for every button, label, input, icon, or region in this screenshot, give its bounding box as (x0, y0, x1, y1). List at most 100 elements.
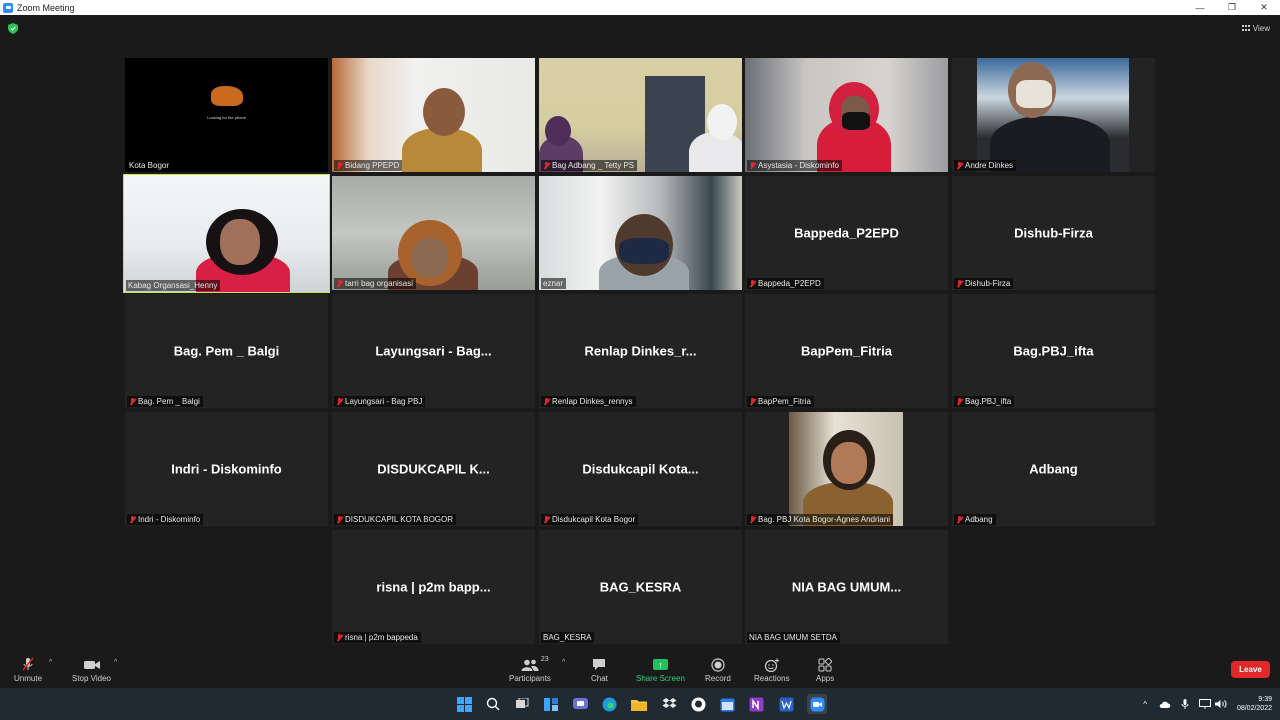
apps-button[interactable]: Apps (816, 656, 834, 683)
mic-muted-icon (749, 515, 756, 524)
participant-name: Bappeda_P2EPD (794, 225, 899, 241)
video-feed (952, 58, 1155, 172)
active-speaker-tile[interactable]: Kabag Organsasi_Henny (123, 174, 330, 293)
onedrive-cloud-icon[interactable] (1159, 700, 1171, 708)
teams-chat-icon[interactable] (572, 696, 588, 712)
volume-icon[interactable] (1214, 699, 1227, 709)
dropbox-icon[interactable] (661, 696, 677, 712)
video-tile[interactable]: Looking for the phone Kota Bogor (125, 58, 328, 172)
video-feed (332, 58, 535, 172)
mic-muted-icon (749, 397, 756, 406)
record-button[interactable]: Record (705, 656, 731, 683)
video-options-caret-icon[interactable]: ^ (114, 659, 117, 666)
video-tile[interactable]: Renlap Dinkes_r... Renlap Dinkes_rennys (539, 294, 742, 408)
participant-label: BapPem_Fitria (747, 396, 814, 407)
participant-label: Adbang (954, 514, 996, 525)
participant-label: Kota Bogor (127, 160, 173, 171)
participant-name: Renlap Dinkes_r... (584, 343, 697, 359)
video-tile[interactable]: Indri - Diskominfo Indri - Diskominfo (125, 412, 328, 526)
participant-name: Indri - Diskominfo (171, 461, 282, 477)
search-icon[interactable] (485, 696, 501, 712)
video-feed: Looking for the phone (125, 58, 328, 172)
widgets-icon[interactable] (543, 696, 559, 712)
video-tile[interactable]: eznar (539, 176, 742, 290)
mic-muted-icon (336, 515, 343, 524)
microphone-muted-icon (22, 657, 34, 671)
maximize-button[interactable]: ❐ (1216, 0, 1248, 15)
participant-name: Layungsari - Bag... (375, 343, 492, 359)
participants-count: 23 (540, 656, 549, 663)
video-feed (539, 58, 742, 172)
video-tile[interactable]: BapPem_Fitria BapPem_Fitria (745, 294, 948, 408)
video-tile[interactable]: Adbang Adbang (952, 412, 1155, 526)
mic-muted-icon (336, 633, 343, 642)
video-tile[interactable]: DISDUKCAPIL K... DISDUKCAPIL KOTA BOGOR (332, 412, 535, 526)
video-tile[interactable]: Bag Adbang _ Tetty PS (539, 58, 742, 172)
windows-start-icon[interactable] (456, 696, 472, 712)
github-icon[interactable] (690, 696, 706, 712)
participant-label: Bappeda_P2EPD (747, 278, 824, 289)
microphone-tray-icon[interactable] (1181, 698, 1189, 710)
mic-muted-icon (543, 397, 550, 406)
word-icon[interactable] (778, 696, 794, 712)
video-tile[interactable]: Layungsari - Bag... Layungsari - Bag PBJ (332, 294, 535, 408)
participant-name: Bag.PBJ_ifta (1013, 343, 1094, 359)
chat-button[interactable]: Chat (591, 656, 608, 683)
video-feed (332, 176, 535, 290)
show-hidden-icons-chevron-icon[interactable]: ^ (1143, 700, 1147, 709)
video-tile[interactable]: BAG_KESRA BAG_KESRA (539, 530, 742, 644)
participants-options-caret-icon[interactable]: ^ (562, 659, 565, 666)
share-screen-button[interactable]: ↑ Share Screen (636, 656, 685, 683)
edge-browser-icon[interactable] (601, 696, 617, 712)
calendar-icon[interactable] (719, 696, 735, 712)
reactions-button[interactable]: Reactions (754, 656, 790, 683)
task-view-icon[interactable] (514, 696, 530, 712)
participant-name: Dishub-Firza (1014, 225, 1093, 241)
leave-button[interactable]: Leave (1231, 661, 1270, 678)
video-tile[interactable]: Dishub-Firza Dishub-Firza (952, 176, 1155, 290)
video-tile[interactable]: risna | p2m bapp... risna | p2m bappeda (332, 530, 535, 644)
zoom-taskbar-icon[interactable] (807, 694, 827, 714)
mic-muted-icon (956, 397, 963, 406)
window-titlebar: Zoom Meeting — ❐ ✕ (0, 0, 1280, 15)
mic-muted-icon (543, 161, 550, 170)
encryption-shield-icon[interactable] (8, 23, 18, 34)
participant-name: BAG_KESRA (599, 579, 682, 595)
minimize-button[interactable]: — (1184, 0, 1216, 15)
video-tile[interactable]: Bag. Pem _ Balgi Bag. Pem _ Balgi (125, 294, 328, 408)
close-button[interactable]: ✕ (1248, 0, 1280, 15)
participant-label: tarri bag organisasi (334, 278, 417, 289)
video-tile[interactable]: Bidang PPEPD (332, 58, 535, 172)
participant-label: Bag.PBJ_ifta (954, 396, 1015, 407)
stop-video-button[interactable]: Stop Video (72, 656, 111, 683)
video-tile[interactable]: NIA BAG UMUM... NIA BAG UMUM SETDA (745, 530, 948, 644)
audio-options-caret-icon[interactable]: ^ (49, 659, 52, 666)
mic-muted-icon (336, 279, 343, 288)
unmute-button[interactable]: Unmute (14, 656, 42, 683)
zoom-app-icon (3, 2, 13, 13)
meeting-area: View Looking for the phone Kota Bogor Bi… (0, 15, 1280, 655)
display-tray-icon[interactable] (1198, 699, 1211, 709)
video-tile[interactable]: Andre Dinkes (952, 58, 1155, 172)
file-explorer-icon[interactable] (631, 696, 647, 712)
video-tile[interactable]: Bag. PBJ Kota Bogor-Agnes Andriani (745, 412, 948, 526)
video-tile[interactable]: tarri bag organisasi (332, 176, 535, 290)
video-tile[interactable]: Disdukcapil Kota... Disdukcapil Kota Bog… (539, 412, 742, 526)
video-tile[interactable]: Bappeda_P2EPD Bappeda_P2EPD (745, 176, 948, 290)
view-button[interactable]: View (1241, 24, 1270, 33)
video-tile[interactable]: Asystasia - Diskominfo (745, 58, 948, 172)
onenote-icon[interactable] (748, 696, 764, 712)
chat-bubble-icon (593, 659, 606, 670)
participant-name: Bag. Pem _ Balgi (173, 343, 280, 359)
participant-label: BAG_KESRA (541, 632, 595, 643)
tiger-image (211, 86, 243, 106)
participants-button[interactable]: 23 Participants (509, 656, 551, 683)
participant-label: risna | p2m bappeda (334, 632, 421, 643)
participant-label: eznar (541, 278, 567, 289)
participant-label: Bag. PBJ Kota Bogor-Agnes Andriani (747, 514, 894, 525)
participant-label: DISDUKCAPIL KOTA BOGOR (334, 514, 457, 525)
video-tile[interactable]: Bag.PBJ_ifta Bag.PBJ_ifta (952, 294, 1155, 408)
taskbar-clock[interactable]: 9:39 08/02/2022 (1237, 695, 1272, 713)
meeting-toolbar: Unmute ^ Stop Video ^ 23 Participants ^ (0, 655, 1280, 688)
system-tray: ^ 9:39 08/02/2022 (1143, 688, 1280, 720)
